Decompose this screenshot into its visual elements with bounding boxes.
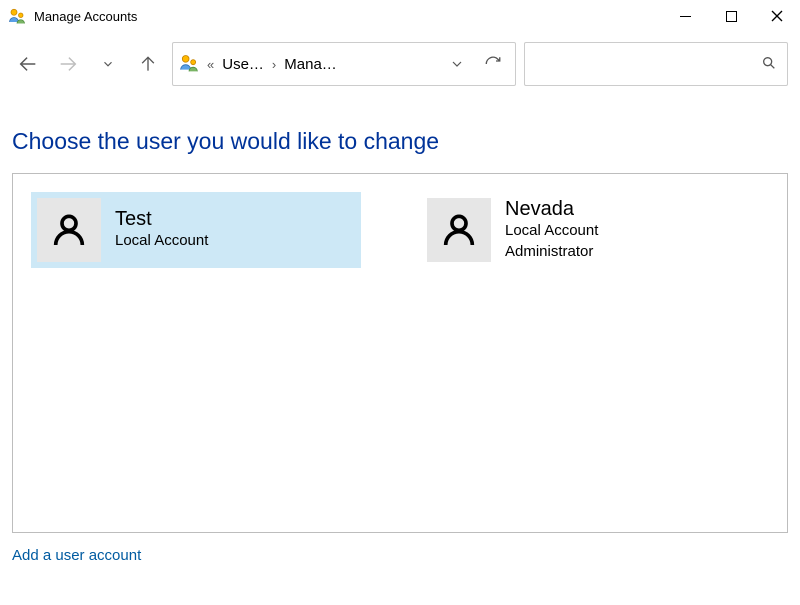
forward-button[interactable] <box>52 48 84 80</box>
search-input[interactable] <box>525 43 761 85</box>
title-bar: Manage Accounts <box>0 0 800 32</box>
account-tile[interactable]: Test Local Account <box>31 192 361 268</box>
avatar <box>427 198 491 262</box>
breadcrumb-sep-icon: › <box>268 57 280 72</box>
search-icon[interactable] <box>761 55 777 74</box>
account-name: Nevada <box>505 198 598 221</box>
breadcrumb-seg-2[interactable]: Mana… <box>284 56 337 73</box>
add-user-link[interactable]: Add a user account <box>12 547 788 564</box>
minimize-button[interactable] <box>662 0 708 32</box>
breadcrumb-seg-1[interactable]: Use… <box>222 56 264 73</box>
back-button[interactable] <box>12 48 44 80</box>
maximize-button[interactable] <box>708 0 754 32</box>
account-type: Local Account <box>115 231 208 251</box>
account-role: Administrator <box>505 242 598 262</box>
address-dropdown-button[interactable] <box>441 43 473 85</box>
app-icon <box>8 7 26 25</box>
account-type: Local Account <box>505 221 598 241</box>
breadcrumb-overflow-icon[interactable]: « <box>203 57 218 72</box>
page-heading: Choose the user you would like to change <box>12 128 788 155</box>
account-name: Test <box>115 208 208 231</box>
navigation-row: « Use… › Mana… <box>0 32 800 86</box>
recent-locations-button[interactable] <box>92 48 124 80</box>
up-button[interactable] <box>132 48 164 80</box>
accounts-panel: Test Local Account Nevada Local Account … <box>12 173 788 533</box>
refresh-button[interactable] <box>477 43 509 85</box>
account-tile[interactable]: Nevada Local Account Administrator <box>421 192 751 268</box>
search-box[interactable] <box>524 42 788 86</box>
address-bar[interactable]: « Use… › Mana… <box>172 42 516 86</box>
close-button[interactable] <box>754 0 800 32</box>
content-area: Choose the user you would like to change… <box>0 86 800 564</box>
window-title: Manage Accounts <box>34 9 137 24</box>
avatar <box>37 198 101 262</box>
breadcrumb-icon <box>179 53 199 76</box>
